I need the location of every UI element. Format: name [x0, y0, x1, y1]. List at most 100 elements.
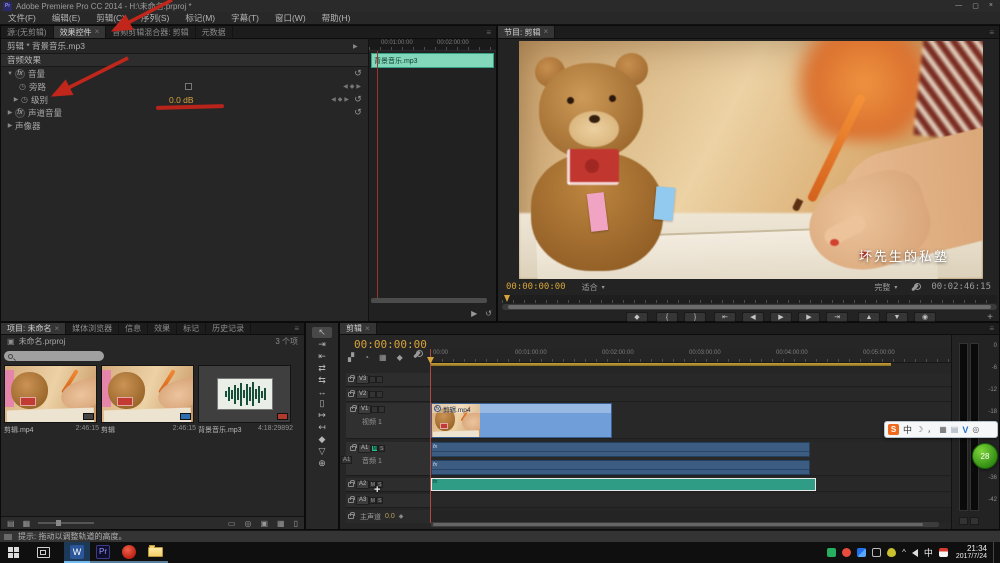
prev-keyframe-icon[interactable]: ◀ [343, 83, 348, 90]
close-icon[interactable]: × [543, 28, 548, 36]
sync-lock-icon[interactable] [369, 376, 376, 383]
tray-shield-icon[interactable] [887, 548, 896, 557]
track-header-a2[interactable]: A2MS [346, 478, 430, 492]
eye-icon[interactable] [378, 406, 385, 413]
project-item-sequence[interactable]: 剪辑 2:46:15 [101, 365, 196, 437]
tab-media-browser[interactable]: 媒体浏览器 [66, 323, 119, 334]
taskbar-app-explorer[interactable] [142, 542, 168, 563]
mute-button[interactable]: M [369, 497, 376, 504]
tab-project[interactable]: 项目: 未命名× [1, 323, 66, 334]
panel-menu-icon[interactable]: ≡ [984, 323, 999, 334]
effect-row-volume[interactable]: ▼ fx 音量 ↺ [1, 67, 368, 80]
project-item-video[interactable]: 剪辑.mp4 2:46:15 [4, 365, 99, 437]
icon-view-button[interactable]: ▦ [23, 519, 31, 528]
lock-icon[interactable] [350, 407, 356, 412]
step-forward-button[interactable]: ▶ [798, 312, 820, 322]
timeline-grid-button[interactable]: ▦ [379, 353, 387, 362]
floating-accelerator-ball[interactable]: 28 [972, 443, 998, 469]
menu-edit[interactable]: 编辑(E) [44, 12, 88, 24]
add-keyframe-icon[interactable]: ◆ [338, 96, 343, 103]
play-audio-button[interactable]: ▶ [471, 309, 477, 318]
tab-sequence[interactable]: 剪辑× [340, 323, 377, 334]
go-to-in-button[interactable]: ⇤ [714, 312, 736, 322]
program-video-frame[interactable]: 坏先生的私塾 [519, 41, 983, 279]
pen-tool[interactable]: ◆ [312, 434, 332, 445]
loop-button[interactable]: ↺ [485, 309, 492, 318]
solo-button[interactable]: S [378, 445, 385, 452]
timeline-clip-audio-2[interactable]: fx [431, 460, 810, 475]
source-patch-a1[interactable]: A1 [341, 456, 352, 464]
ripple-edit-tool[interactable]: ⇄ [312, 363, 332, 374]
ime-toolbox-icon[interactable]: ▤ [951, 425, 959, 434]
solo-button[interactable]: S [376, 497, 383, 504]
razor-tool[interactable]: ▯ [312, 398, 332, 409]
effect-row-level[interactable]: ▶ ◷ 级别 0.0 dB ◀◆▶ ↺ [1, 93, 368, 106]
menu-help[interactable]: 帮助(H) [314, 12, 359, 24]
ime-mode-toggle[interactable]: 中 [903, 423, 912, 436]
fit-dropdown[interactable]: 适合▾ [582, 282, 605, 293]
timeline-clip-audio-1[interactable]: fx [431, 442, 810, 457]
eye-icon[interactable] [376, 376, 383, 383]
track-header-a1[interactable]: A1MS 音频 1 [346, 442, 430, 476]
track-lane-a3[interactable] [431, 494, 952, 508]
meter-mute-button[interactable] [970, 517, 979, 525]
search-input[interactable] [4, 351, 104, 361]
clear-button[interactable]: ▯ [294, 519, 298, 528]
ime-settings-icon[interactable]: ◎ [972, 425, 979, 434]
mini-timeline-ruler[interactable]: 00:01:00:00 00:02:00:00 [369, 39, 496, 51]
panel-menu-icon[interactable]: ≡ [289, 323, 304, 334]
snap-button[interactable]: ▞ [348, 353, 354, 362]
export-frame-button[interactable]: ◉ [914, 312, 936, 322]
ime-logo-icon[interactable]: S [888, 424, 899, 435]
go-to-out-button[interactable]: ⇥ [826, 312, 848, 322]
ime-skin-icon[interactable]: V [962, 425, 968, 435]
play-button[interactable]: ▶ [770, 312, 792, 322]
reset-icon[interactable]: ↺ [352, 68, 364, 79]
track-header-v1[interactable]: V1 视频 1 [346, 403, 430, 439]
mini-timeline-clip[interactable]: 背景音乐.mp3 [371, 53, 494, 68]
zoom-slider[interactable] [38, 522, 94, 524]
slide-tool[interactable]: ↤ [312, 422, 332, 433]
stopwatch-icon[interactable]: ◷ [21, 95, 28, 104]
lock-icon[interactable] [348, 392, 354, 397]
new-bin-button[interactable]: ▣ [260, 519, 268, 528]
lock-icon[interactable] [348, 498, 354, 503]
sync-lock-icon[interactable] [371, 406, 378, 413]
timeline-clip-video[interactable]: fx 剪辑.mp4 [431, 403, 612, 438]
tab-source-monitor[interactable]: 源:(无剪辑) [1, 26, 54, 38]
automate-to-sequence-button[interactable]: ▭ [228, 519, 236, 528]
track-select-forward-tool[interactable]: ⇥ [312, 339, 332, 350]
track-header-v3[interactable]: V3 [346, 373, 430, 387]
chevron-open-icon[interactable]: ▼ [5, 71, 15, 77]
taskbar-clock[interactable]: 21:34 2017/7/24 [956, 544, 987, 561]
tray-blue-app-icon[interactable] [857, 548, 866, 557]
reset-icon[interactable]: ↺ [352, 107, 364, 118]
chevron-right-icon[interactable]: ▶ [5, 109, 15, 116]
taskbar-app-word[interactable]: W [64, 542, 90, 563]
ime-toolbar[interactable]: S 中 ☽ ， ▦ ▤ V ◎ [884, 421, 998, 438]
level-value[interactable]: 0.0 dB [169, 95, 194, 105]
menu-sequence[interactable]: 序列(S) [133, 12, 177, 24]
track-lane-v2[interactable] [431, 388, 952, 402]
tab-effects[interactable]: 效果 [148, 323, 177, 334]
tray-green-app-icon[interactable] [827, 548, 836, 557]
lift-button[interactable]: ▲ [858, 312, 880, 322]
step-back-button[interactable]: ◀ [742, 312, 764, 322]
tray-doc-app-icon[interactable] [939, 548, 948, 557]
rate-stretch-tool[interactable]: ↔ [312, 387, 332, 397]
minimize-button[interactable]: — [955, 2, 962, 10]
slip-tool[interactable]: ↦ [312, 410, 332, 421]
master-gain-value[interactable]: 0.0 [385, 513, 395, 520]
linked-selection-button[interactable]: ◔ [364, 353, 369, 362]
volume-icon[interactable] [912, 549, 918, 557]
quality-dropdown[interactable]: 完整▾ [874, 282, 897, 293]
settings-wrench-icon[interactable] [912, 283, 920, 291]
track-header-master[interactable]: 主声道 0.0 ◆ [346, 510, 430, 523]
timeline-clip-music-selected[interactable]: fx [431, 478, 816, 491]
mini-playhead[interactable] [377, 51, 378, 301]
meter-solo-button[interactable] [959, 517, 968, 525]
close-icon[interactable]: × [95, 28, 100, 36]
tab-audio-clip-mixer[interactable]: 音频剪辑混合器: 剪辑 [106, 26, 195, 38]
mark-in-button[interactable]: { [656, 312, 678, 322]
menu-marker[interactable]: 标记(M) [177, 12, 223, 24]
